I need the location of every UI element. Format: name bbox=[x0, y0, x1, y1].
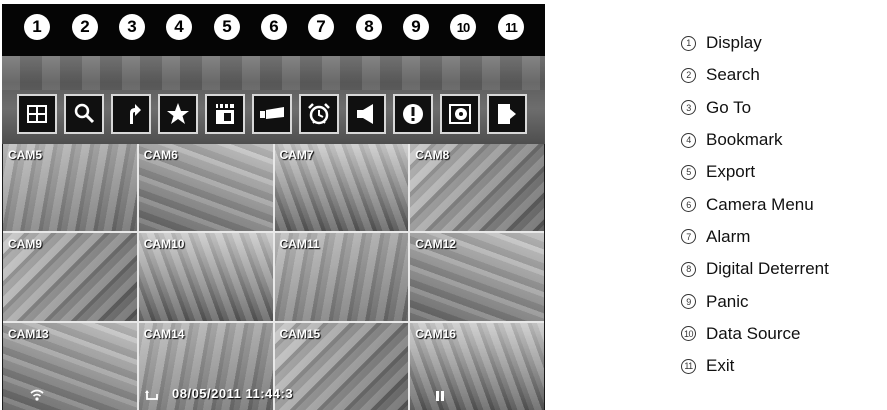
playback-icon bbox=[145, 390, 158, 400]
legend-number: 3 bbox=[681, 100, 696, 116]
legend-number: 4 bbox=[681, 132, 696, 148]
exit-button[interactable] bbox=[487, 94, 527, 134]
bookmark-button[interactable] bbox=[158, 94, 198, 134]
callout-9: 9 bbox=[403, 14, 429, 40]
legend-item: 8 Digital Deterrent bbox=[681, 253, 829, 285]
exit-door-icon bbox=[498, 104, 516, 124]
goto-arrow-icon bbox=[130, 104, 141, 124]
datetime-readout: 08/05/2011 11:44:3 bbox=[172, 386, 294, 401]
legend-label: Exit bbox=[706, 356, 735, 376]
export-clapper-icon bbox=[216, 104, 234, 124]
legend-number: 10 bbox=[681, 326, 696, 342]
legend-item: 6 Camera Menu bbox=[681, 188, 829, 220]
camera-label: CAM10 bbox=[143, 237, 185, 252]
legend-item: 7 Alarm bbox=[681, 221, 829, 253]
camera-tile[interactable]: CAM15 bbox=[274, 322, 409, 410]
camera-label: CAM7 bbox=[279, 148, 314, 162]
callout-2: 2 bbox=[72, 14, 98, 40]
export-button[interactable] bbox=[205, 94, 245, 134]
camera-tile[interactable]: CAM11 bbox=[274, 233, 409, 321]
camera-label: CAM14 bbox=[143, 326, 185, 341]
camera-tile[interactable]: CAM13 bbox=[3, 322, 137, 410]
callout-10: 10 bbox=[450, 14, 476, 40]
legend-item: 10 Data Source bbox=[681, 318, 829, 350]
speaker-icon bbox=[357, 104, 373, 124]
camera-label: CAM13 bbox=[8, 326, 49, 341]
camera-menu-button[interactable] bbox=[252, 94, 292, 134]
callout-number-bar: 1 2 3 4 5 6 7 8 9 10 11 bbox=[2, 4, 545, 56]
wifi-icon bbox=[30, 389, 44, 401]
callout-3: 3 bbox=[119, 14, 145, 40]
legend-item: 3 Go To bbox=[681, 92, 829, 124]
data-source-disc-icon bbox=[449, 104, 471, 124]
pause-icon[interactable] bbox=[435, 390, 445, 402]
legend-label: Data Source bbox=[706, 323, 801, 343]
legend-number: 11 bbox=[681, 358, 696, 374]
camera-tile[interactable]: CAM6 bbox=[138, 144, 273, 232]
alarm-clock-icon bbox=[308, 103, 330, 125]
callout-8: 8 bbox=[356, 14, 382, 40]
camera-tile[interactable]: CAM16 bbox=[410, 322, 544, 410]
legend-label: Export bbox=[706, 162, 756, 182]
camera-tile[interactable]: CAM12 bbox=[410, 233, 544, 321]
camera-tile[interactable]: CAM10 bbox=[138, 233, 273, 321]
legend-item: 4 Bookmark bbox=[681, 124, 829, 156]
panic-exclamation-icon bbox=[403, 104, 423, 124]
camera-tile[interactable]: CAM9 bbox=[3, 233, 137, 321]
callout-11: 11 bbox=[498, 14, 524, 40]
legend-number: 2 bbox=[681, 67, 696, 83]
camera-label: CAM8 bbox=[415, 148, 450, 162]
search-magnifier-icon bbox=[74, 103, 95, 124]
callout-6: 6 bbox=[261, 14, 287, 40]
data-source-button[interactable] bbox=[440, 94, 480, 134]
camera-label: CAM11 bbox=[279, 237, 320, 252]
camera-menu-icon bbox=[260, 107, 284, 119]
legend-number: 6 bbox=[681, 197, 696, 213]
legend-item: 11 Exit bbox=[681, 350, 829, 382]
callout-7: 7 bbox=[308, 14, 334, 40]
bookmark-star-icon bbox=[167, 103, 189, 124]
legend-item: 5 Export bbox=[681, 156, 829, 188]
camera-label: CAM15 bbox=[279, 326, 321, 341]
callout-5: 5 bbox=[214, 14, 240, 40]
go-to-button[interactable] bbox=[111, 94, 151, 134]
legend-number: 8 bbox=[681, 261, 696, 277]
legend-label: Go To bbox=[706, 97, 752, 117]
callout-4: 4 bbox=[166, 14, 192, 40]
legend-label: Panic bbox=[706, 291, 749, 311]
camera-tile[interactable]: CAM8 bbox=[410, 144, 544, 232]
legend-label: Alarm bbox=[706, 226, 751, 246]
camera-label: CAM9 bbox=[8, 237, 43, 252]
panic-button[interactable] bbox=[393, 94, 433, 134]
legend-label: Bookmark bbox=[706, 130, 783, 150]
legend-item: 2 Search bbox=[681, 59, 829, 91]
search-button[interactable] bbox=[64, 94, 104, 134]
camera-tile[interactable]: CAM7 bbox=[274, 144, 409, 232]
camera-label: CAM16 bbox=[415, 326, 456, 341]
camera-label: CAM5 bbox=[8, 148, 43, 162]
digital-deterrent-button[interactable] bbox=[346, 94, 386, 134]
camera-label: CAM12 bbox=[415, 237, 456, 252]
legend-number: 9 bbox=[681, 294, 696, 310]
callout-1: 1 bbox=[24, 14, 50, 40]
legend-item: 1 Display bbox=[681, 27, 829, 59]
display-grid-icon bbox=[27, 105, 47, 123]
legend-number: 7 bbox=[681, 229, 696, 245]
legend-item: 9 Panic bbox=[681, 285, 829, 317]
camera-grid: CAM5 CAM6 CAM7 CAM8 CAM9 CAM10 CAM11 CAM… bbox=[3, 144, 544, 410]
legend-list: 1 Display 2 Search 3 Go To 4 Bookmark 5 Expor… bbox=[681, 27, 829, 382]
legend-label: Search bbox=[706, 65, 760, 85]
display-button[interactable] bbox=[17, 94, 57, 134]
legend-number: 1 bbox=[681, 35, 696, 51]
legend-label: Digital Deterrent bbox=[706, 259, 829, 279]
dvr-screen: 1 2 3 4 5 6 7 8 9 10 11 CAM5 CAM6 CAM7 C… bbox=[2, 4, 545, 410]
legend-number: 5 bbox=[681, 164, 696, 180]
legend-label: Display bbox=[706, 33, 762, 53]
legend-label: Camera Menu bbox=[706, 194, 814, 214]
camera-tile[interactable]: CAM5 bbox=[3, 144, 137, 232]
alarm-button[interactable] bbox=[299, 94, 339, 134]
camera-label: CAM6 bbox=[143, 148, 178, 162]
toolbar bbox=[2, 56, 545, 144]
